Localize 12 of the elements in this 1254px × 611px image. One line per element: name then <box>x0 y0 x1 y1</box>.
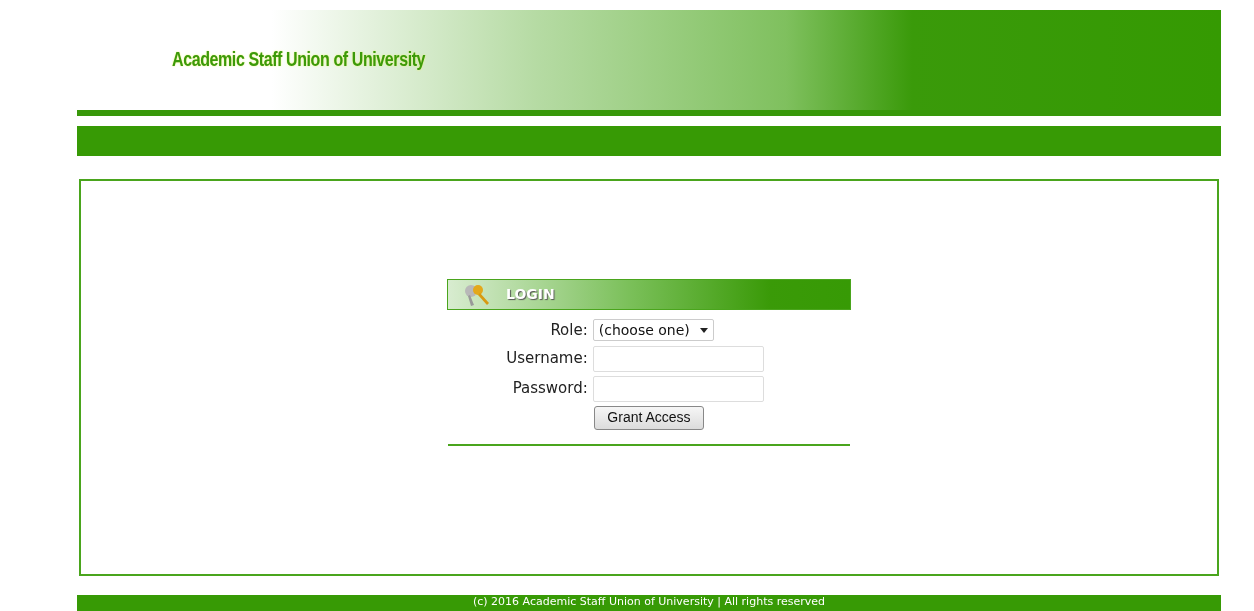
caret-icon <box>699 327 708 333</box>
input-field[interactable] <box>592 345 764 372</box>
keys-icon <box>462 282 492 307</box>
grant-access-button[interactable]: Grant Access <box>594 405 704 430</box>
copyright-text: (c) 2016 Academic Staff Union of University | All rights reserved <box>473 595 825 610</box>
login-title: LOGIN <box>506 285 555 304</box>
input-field[interactable] <box>592 375 764 402</box>
field-label: Username: <box>506 348 588 370</box>
field-label: Role: <box>549 320 588 341</box>
field-label: Password: <box>511 378 588 400</box>
site-title: Academic Staff Union of University <box>172 47 426 72</box>
role-dropdown[interactable]: (choose one) <box>592 319 714 342</box>
